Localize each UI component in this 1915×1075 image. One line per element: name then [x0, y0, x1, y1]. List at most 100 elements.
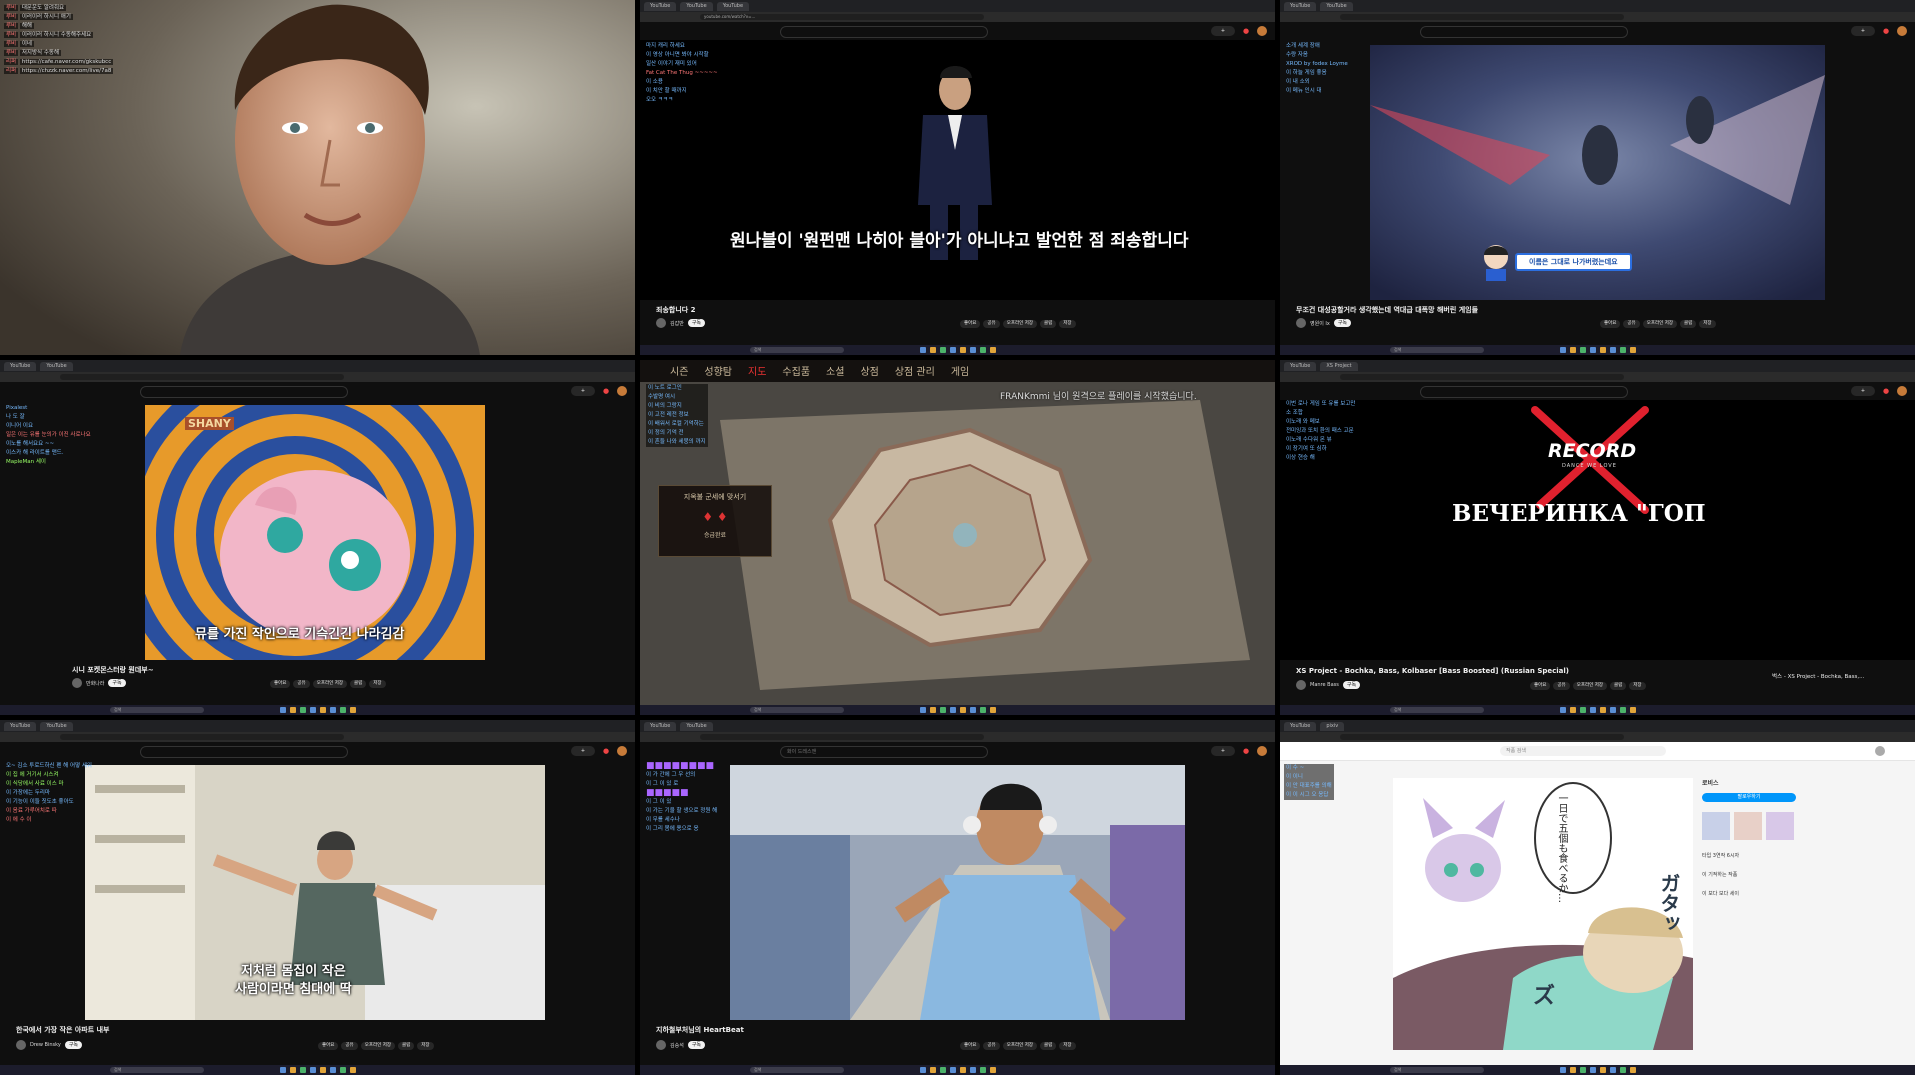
- subscribe-button[interactable]: 구독: [687, 319, 706, 327]
- search-input[interactable]: [780, 26, 988, 38]
- artist-name[interactable]: 로비스: [1702, 778, 1902, 787]
- subscribe-button[interactable]: 구독: [687, 1041, 706, 1049]
- app-icon[interactable]: [319, 707, 326, 713]
- app-icon[interactable]: [279, 707, 286, 713]
- browser-tab[interactable]: YouTube: [1284, 361, 1317, 371]
- app-icon[interactable]: [279, 1067, 286, 1073]
- app-icon[interactable]: [969, 707, 976, 713]
- app-icon[interactable]: [929, 347, 936, 353]
- taskbar-search[interactable]: 검색: [110, 707, 204, 713]
- bell-icon[interactable]: ●: [603, 747, 611, 755]
- app-icon[interactable]: [939, 1067, 946, 1073]
- url-field[interactable]: [60, 734, 344, 740]
- menu-social[interactable]: 소셜: [826, 363, 844, 378]
- app-icon[interactable]: [1629, 1067, 1636, 1073]
- app-icon[interactable]: [299, 1067, 306, 1073]
- save-button[interactable]: 저장: [1699, 320, 1716, 328]
- video-player[interactable]: 원나블이 '원펀맨 나히아 블아'가 아니냐고 발언한 점 죄송합니다: [640, 40, 1275, 300]
- app-icon[interactable]: [919, 347, 926, 353]
- app-icon[interactable]: [289, 707, 296, 713]
- menu-game[interactable]: 게임: [951, 363, 969, 378]
- channel-name[interactable]: 김갑반: [670, 320, 684, 327]
- app-icon[interactable]: [989, 347, 996, 353]
- channel-name[interactable]: 영원이 Ix: [1310, 320, 1330, 327]
- app-icon[interactable]: [1569, 707, 1576, 713]
- related-item[interactable]: 이 보다 보다 세이: [1702, 890, 1902, 897]
- app-icon[interactable]: [1619, 707, 1626, 713]
- app-icon[interactable]: [939, 707, 946, 713]
- bell-icon[interactable]: ●: [1243, 747, 1251, 755]
- avatar[interactable]: [1257, 746, 1267, 756]
- app-icon[interactable]: [309, 707, 316, 713]
- app-icon[interactable]: [979, 1067, 986, 1073]
- search-input[interactable]: 화이 드레스앤: [780, 746, 988, 758]
- search-input[interactable]: [1420, 386, 1628, 398]
- app-icon[interactable]: [1579, 1067, 1586, 1073]
- app-icon[interactable]: [299, 707, 306, 713]
- channel-name[interactable]: Manre Bass: [1310, 682, 1339, 688]
- avatar[interactable]: [1875, 746, 1885, 756]
- download-button[interactable]: 오프라인 저장: [312, 680, 347, 688]
- taskbar-search[interactable]: 검색: [110, 1067, 204, 1073]
- clip-button[interactable]: 클립: [1679, 320, 1697, 328]
- subscribe-button[interactable]: 구독: [1342, 681, 1361, 689]
- mini-player-title[interactable]: 벅스 - XS Project - Bochka, Bass,...: [1772, 672, 1902, 680]
- download-button[interactable]: 오프라인 저장: [1642, 320, 1677, 328]
- browser-tab[interactable]: YouTube: [40, 721, 73, 731]
- like-button[interactable]: 좋아요: [270, 680, 291, 688]
- app-icon[interactable]: [969, 1067, 976, 1073]
- menu-map[interactable]: 지도: [748, 363, 766, 378]
- app-icon[interactable]: [1579, 347, 1586, 353]
- app-icon[interactable]: [959, 1067, 966, 1073]
- menu-collection[interactable]: 수집품: [782, 363, 810, 378]
- download-button[interactable]: 오프라인 저장: [360, 1042, 395, 1050]
- app-icon[interactable]: [1609, 347, 1616, 353]
- app-icon[interactable]: [949, 347, 956, 353]
- search-input[interactable]: [140, 746, 348, 758]
- channel-avatar[interactable]: [656, 1040, 666, 1050]
- like-button[interactable]: 좋아요: [960, 1042, 981, 1050]
- app-icon[interactable]: [989, 1067, 996, 1073]
- app-icon[interactable]: [1559, 707, 1566, 713]
- create-button[interactable]: +: [571, 746, 595, 756]
- thumbnail[interactable]: [1734, 812, 1762, 840]
- app-icon[interactable]: [309, 1067, 316, 1073]
- video-player[interactable]: [730, 765, 1185, 1020]
- video-player[interactable]: 저처럼 몸집이 작은 사람이라면 침대에 딱: [85, 765, 545, 1020]
- download-button[interactable]: 오프라인 저장: [1002, 1042, 1037, 1050]
- app-icon[interactable]: [979, 707, 986, 713]
- app-icon[interactable]: [1559, 1067, 1566, 1073]
- related-item[interactable]: 타입 3연작 6시자: [1702, 852, 1902, 859]
- app-icon[interactable]: [1629, 707, 1636, 713]
- app-icon[interactable]: [1589, 1067, 1596, 1073]
- taskbar-search[interactable]: 검색: [1390, 1067, 1484, 1073]
- clip-button[interactable]: 클립: [1609, 682, 1627, 690]
- avatar[interactable]: [1897, 386, 1907, 396]
- search-input[interactable]: [1420, 26, 1628, 38]
- app-icon[interactable]: [1589, 707, 1596, 713]
- save-button[interactable]: 저장: [417, 1042, 434, 1050]
- app-icon[interactable]: [289, 1067, 296, 1073]
- save-button[interactable]: 저장: [1059, 320, 1076, 328]
- thumbnail[interactable]: [1766, 812, 1794, 840]
- bell-icon[interactable]: ●: [1883, 27, 1891, 35]
- create-button[interactable]: +: [1851, 26, 1875, 36]
- menu-season[interactable]: 시즌: [670, 363, 688, 378]
- share-button[interactable]: 공유: [1553, 682, 1570, 690]
- app-icon[interactable]: [349, 1067, 356, 1073]
- create-button[interactable]: +: [571, 386, 595, 396]
- browser-tab[interactable]: XS Project: [1320, 361, 1358, 371]
- app-icon[interactable]: [1569, 347, 1576, 353]
- like-button[interactable]: 좋아요: [1600, 320, 1621, 328]
- avatar[interactable]: [617, 746, 627, 756]
- browser-tab[interactable]: YouTube: [40, 361, 73, 371]
- app-icon[interactable]: [969, 347, 976, 353]
- follow-button[interactable]: 팔로우하기: [1702, 793, 1796, 802]
- app-icon[interactable]: [1609, 1067, 1616, 1073]
- like-button[interactable]: 좋아요: [1530, 682, 1551, 690]
- url-field[interactable]: [60, 374, 344, 380]
- like-button[interactable]: 좋아요: [960, 320, 981, 328]
- app-icon[interactable]: [1619, 347, 1626, 353]
- app-icon[interactable]: [989, 707, 996, 713]
- taskbar-search[interactable]: 검색: [750, 1067, 844, 1073]
